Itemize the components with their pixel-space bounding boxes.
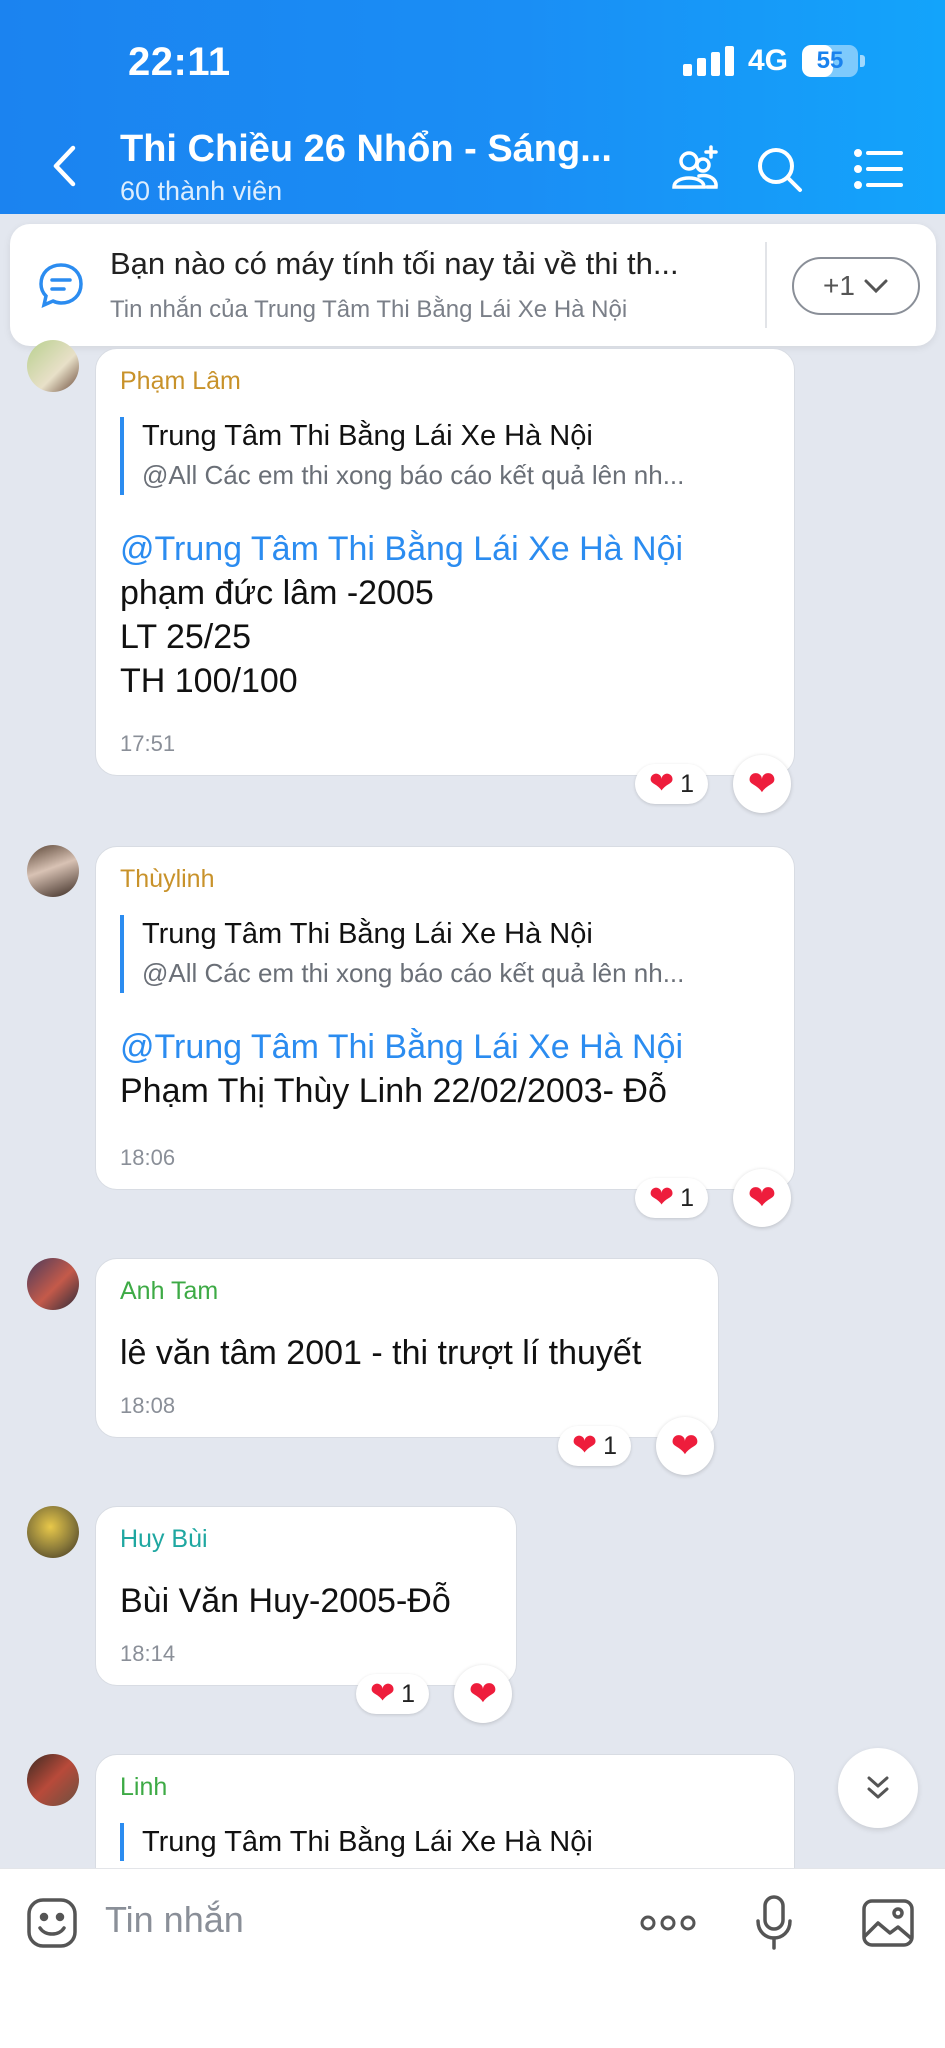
back-arrow-icon <box>53 145 76 187</box>
reaction-count: 1 <box>680 1183 695 1212</box>
more-options-button[interactable] <box>638 1893 698 1953</box>
reaction-count: 1 <box>680 769 695 798</box>
message-time: 18:14 <box>120 1641 176 1666</box>
react-button[interactable]: ❤ <box>733 755 791 813</box>
message-bubble[interactable]: Phạm Lâm Trung Tâm Thi Bằng Lái Xe Hà Nộ… <box>95 348 795 776</box>
heart-icon: ❤ <box>670 1427 700 1465</box>
voice-button[interactable] <box>744 1893 804 1953</box>
status-time: 22:11 <box>128 40 231 84</box>
heart-icon: ❤ <box>572 1429 598 1462</box>
more-dots-icon <box>640 1915 696 1931</box>
message-line: Bùi Văn Huy-2005-Đỗ <box>120 1582 451 1620</box>
message-input[interactable]: Tin nhắn <box>105 1899 244 1941</box>
avatar[interactable] <box>27 845 79 897</box>
signal-icon <box>682 46 734 76</box>
sender-name[interactable]: Thùylinh <box>120 865 215 894</box>
image-button[interactable] <box>858 1893 918 1953</box>
mention-link[interactable]: @Trung Tâm Thi Bằng Lái Xe Hà Nội <box>120 1025 683 1069</box>
double-chevron-down-icon <box>867 1776 889 1799</box>
message-text: @Trung Tâm Thi Bằng Lái Xe Hà Nội Phạm T… <box>120 1025 683 1113</box>
quote-text: @All Các em thi xong báo cáo kết quả lên… <box>142 460 685 490</box>
react-button[interactable]: ❤ <box>454 1665 512 1723</box>
quoted-message[interactable]: Trung Tâm Thi Bằng Lái Xe Hà Nội <box>120 1823 593 1861</box>
sender-name[interactable]: Huy Bùi <box>120 1525 208 1554</box>
avatar[interactable] <box>27 1258 79 1310</box>
network-type: 4G <box>747 44 788 77</box>
add-member-icon <box>672 145 718 189</box>
message-text: lê văn tâm 2001 - thi trượt lí thuyết <box>120 1331 641 1375</box>
reaction-count: 1 <box>401 1679 416 1708</box>
message-line: LT 25/25 <box>120 618 252 656</box>
sender-name[interactable]: Phạm Lâm <box>120 367 241 396</box>
message-line: lê văn tâm 2001 - thi trượt lí thuyết <box>120 1334 642 1372</box>
message-time: 18:08 <box>120 1393 176 1418</box>
quote-sender: Trung Tâm Thi Bằng Lái Xe Hà Nội <box>142 1826 593 1858</box>
quote-sender: Trung Tâm Thi Bằng Lái Xe Hà Nội <box>142 420 593 452</box>
message-bubble[interactable]: Anh Tam lê văn tâm 2001 - thi trượt lí t… <box>95 1258 719 1438</box>
message-line: phạm đức lâm -2005 <box>120 574 434 612</box>
status-indicators: 4G 55 <box>682 44 865 78</box>
avatar[interactable] <box>27 340 79 392</box>
react-button[interactable]: ❤ <box>733 1169 791 1227</box>
heart-icon: ❤ <box>468 1675 498 1713</box>
quote-sender: Trung Tâm Thi Bằng Lái Xe Hà Nội <box>142 918 593 950</box>
back-button[interactable] <box>40 140 88 192</box>
menu-icon <box>854 149 903 189</box>
message-time: 18:06 <box>120 1145 176 1170</box>
sender-name[interactable]: Anh Tam <box>120 1277 218 1306</box>
message-time: 17:51 <box>120 731 176 756</box>
pinned-divider <box>765 242 767 328</box>
message-line: TH 100/100 <box>120 662 298 700</box>
quoted-message[interactable]: Trung Tâm Thi Bằng Lái Xe Hà Nội @All Cá… <box>120 417 684 495</box>
search-icon <box>758 148 802 192</box>
quoted-message[interactable]: Trung Tâm Thi Bằng Lái Xe Hà Nội @All Cá… <box>120 915 684 993</box>
battery-icon: 55 <box>802 45 865 77</box>
pinned-source: Tin nhắn của Trung Tâm Thi Bằng Lái Xe H… <box>110 296 628 323</box>
microphone-icon <box>756 1895 792 1950</box>
reaction-summary[interactable]: ❤ 1 <box>635 1178 709 1218</box>
emoji-icon <box>27 1898 77 1948</box>
emoji-button[interactable] <box>22 1893 82 1953</box>
pinned-message-icon <box>39 263 83 309</box>
scroll-to-bottom-button[interactable] <box>838 1748 918 1828</box>
pinned-more-label: +1 <box>823 270 855 301</box>
group-title[interactable]: Thi Chiều 26 Nhổn - Sáng... <box>120 128 612 171</box>
mention-link[interactable]: @Trung Tâm Thi Bằng Lái Xe Hà Nội <box>120 527 683 571</box>
chat-header: 22:11 4G 55 Thi Chiều 26 Nhổn - Sáng... … <box>0 0 945 214</box>
pinned-more-button[interactable]: +1 <box>792 257 920 315</box>
battery-level: 55 <box>816 47 844 74</box>
heart-icon: ❤ <box>747 1179 777 1217</box>
pinned-text: Bạn nào có máy tính tối nay tải về thi t… <box>110 246 679 281</box>
heart-icon: ❤ <box>649 1181 675 1214</box>
message-bubble[interactable]: Thùylinh Trung Tâm Thi Bằng Lái Xe Hà Nộ… <box>95 846 795 1190</box>
message-text: @Trung Tâm Thi Bằng Lái Xe Hà Nội phạm đ… <box>120 527 683 703</box>
avatar[interactable] <box>27 1506 79 1558</box>
sender-name[interactable]: Linh <box>120 1773 167 1802</box>
heart-icon: ❤ <box>649 767 675 800</box>
pinned-message[interactable]: Bạn nào có máy tính tối nay tải về thi t… <box>10 224 936 346</box>
message-bubble[interactable]: Huy Bùi Bùi Văn Huy-2005-Đỗ 18:14 <box>95 1506 517 1686</box>
reaction-summary[interactable]: ❤ 1 <box>356 1674 430 1714</box>
reaction-summary[interactable]: ❤ 1 <box>558 1426 632 1466</box>
add-member-button[interactable] <box>664 138 726 200</box>
message-text: Bùi Văn Huy-2005-Đỗ <box>120 1579 451 1623</box>
message-line: Phạm Thị Thùy Linh 22/02/2003- Đỗ <box>120 1072 667 1110</box>
quote-text: @All Các em thi xong báo cáo kết quả lên… <box>142 958 685 988</box>
heart-icon: ❤ <box>370 1677 396 1710</box>
reaction-count: 1 <box>603 1431 618 1460</box>
image-icon <box>862 1899 914 1947</box>
heart-icon: ❤ <box>747 765 777 803</box>
message-input-bar: Tin nhắn <box>0 1868 945 2048</box>
search-button[interactable] <box>748 138 810 200</box>
react-button[interactable]: ❤ <box>656 1417 714 1475</box>
menu-button[interactable] <box>848 138 910 200</box>
chevron-down-icon <box>864 279 888 294</box>
avatar[interactable] <box>27 1754 79 1806</box>
reaction-summary[interactable]: ❤ 1 <box>635 764 709 804</box>
member-count[interactable]: 60 thành viên <box>120 176 282 207</box>
